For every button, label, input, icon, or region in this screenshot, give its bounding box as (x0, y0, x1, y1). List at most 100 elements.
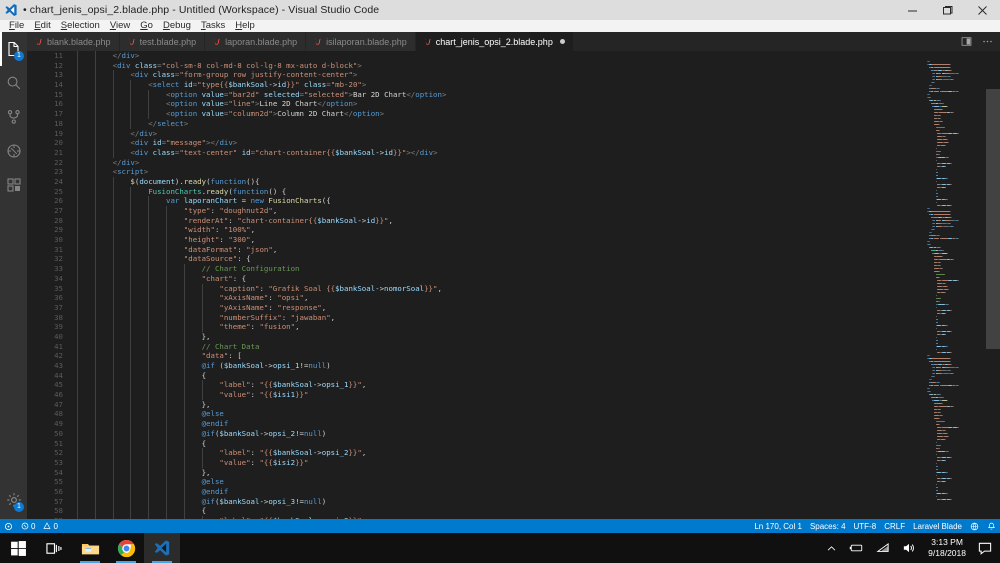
code-line[interactable]: 23 <script> (27, 167, 922, 177)
close-button[interactable] (965, 0, 1000, 20)
code-editor[interactable]: 11 </div> 12 <div class="col-sm-8 col-md-… (27, 51, 1000, 519)
code-line[interactable]: 22 </div> (27, 157, 922, 168)
code-line[interactable]: 13 <div class="form-group row justify-co… (27, 70, 922, 81)
code-line[interactable]: 48 @else (27, 409, 922, 420)
code-line[interactable]: 55 @else (27, 477, 922, 487)
code-line-text: @endif (201, 486, 229, 496)
menu-debug[interactable]: Debug (158, 20, 196, 32)
code-line[interactable]: 42 "data": [ (27, 351, 922, 361)
code-line[interactable]: 30 "height": "300", (27, 235, 922, 245)
menu-tasks[interactable]: Tasks (196, 20, 230, 32)
code-line[interactable]: 20 <div id="message"></div> (27, 138, 922, 148)
menu-edit[interactable]: Edit (29, 20, 55, 32)
code-line[interactable]: 39 "theme": "fusion", (27, 322, 922, 332)
menu-view[interactable]: View (105, 20, 135, 32)
code-line[interactable]: 54 }, (27, 467, 922, 478)
code-line[interactable]: 52 "label": "{{$bankSoal->opsi_2}}", (27, 448, 922, 458)
code-line[interactable]: 34 "chart": { (27, 273, 922, 284)
gear-icon[interactable]: 1 (0, 483, 27, 517)
menu-file[interactable]: File (4, 20, 29, 32)
indentation[interactable]: Spaces: 4 (806, 519, 850, 533)
bell-icon[interactable] (983, 519, 1000, 533)
remote-indicator[interactable] (0, 519, 17, 533)
eol[interactable]: CRLF (880, 519, 909, 533)
speech-bubble-icon[interactable] (972, 542, 1000, 555)
problems-errors[interactable]: 0 (17, 519, 39, 533)
task-view-button[interactable] (36, 533, 72, 563)
code-line[interactable]: 35 "caption": "Grafik Soal {{$bankSoal->… (27, 283, 922, 294)
sidebar-item-explorer[interactable]: 1 (0, 32, 27, 66)
code-line[interactable]: 15 <option value="bar2d" selected="selec… (27, 89, 922, 100)
file-explorer-button[interactable] (72, 533, 108, 563)
sidebar-item-debug[interactable] (0, 134, 27, 168)
code-line[interactable]: 47 }, (27, 399, 922, 410)
code-line[interactable]: 26 var laporanChart = new FusionCharts({ (27, 196, 922, 206)
code-line[interactable]: 38 "numberSuffix": "jawaban", (27, 312, 922, 323)
minimize-button[interactable] (895, 0, 930, 20)
code-line[interactable]: 11 </div> (27, 51, 922, 61)
code-line[interactable]: 25 FusionCharts.ready(function() { (27, 186, 922, 197)
tab-isilaporan-blade-php[interactable]: isilaporan.blade.php (306, 32, 416, 51)
code-line[interactable]: 31 "dataFormat": "json", (27, 244, 922, 255)
problems-warnings[interactable]: 0 (39, 519, 61, 533)
speaker-icon[interactable] (896, 542, 922, 554)
start-button[interactable] (0, 533, 36, 563)
vscode-button[interactable] (144, 533, 180, 563)
split-editor-icon[interactable] (961, 36, 972, 47)
minimap[interactable] (922, 51, 986, 519)
menu-go[interactable]: Go (135, 20, 158, 32)
code-lines-area[interactable]: 11 </div> 12 <div class="col-sm-8 col-md-… (27, 51, 922, 519)
sidebar-item-source-control[interactable] (0, 100, 27, 134)
tab-blank-blade-php[interactable]: blank.blade.php (27, 32, 120, 51)
tab-test-blade-php[interactable]: test.blade.php (119, 32, 206, 51)
tab-chart-jenis-opsi-2-blade-php[interactable]: chart_jenis_opsi_2.blade.php (415, 32, 574, 51)
battery-icon[interactable] (843, 542, 870, 554)
code-line[interactable]: 44 { (27, 370, 922, 381)
code-line[interactable]: 51 { (27, 438, 922, 449)
code-line[interactable]: 14 <select id="type{{$bankSoal->id}}" cl… (27, 80, 922, 90)
tab-laporan-blade-php[interactable]: laporan.blade.php (205, 32, 307, 51)
maximize-button[interactable] (930, 0, 965, 20)
code-line[interactable]: 56 @endif (27, 486, 922, 497)
code-line[interactable]: 46 "value": "{{$isi1}}" (27, 390, 922, 400)
code-line[interactable]: 41 // Chart Data (27, 341, 922, 352)
code-line[interactable]: 33 // Chart Configuration (27, 264, 922, 274)
code-line[interactable]: 49 @endif (27, 419, 922, 429)
sidebar-item-search[interactable] (0, 66, 27, 100)
chevron-up-icon[interactable] (820, 543, 843, 554)
code-line[interactable]: 53 "value": "{{$isi2}}" (27, 457, 922, 468)
code-line[interactable]: 27 "type": "doughnut2d", (27, 206, 922, 216)
code-line[interactable]: 29 "width": "100%", (27, 225, 922, 236)
ellipsis-icon[interactable] (982, 36, 993, 47)
menu-help[interactable]: Help (230, 20, 260, 32)
code-line[interactable]: 50 @if($bankSoal->opsi_2!=null) (27, 428, 922, 439)
code-line[interactable]: 45 "label": "{{$bankSoal->opsi_1}}", (27, 380, 922, 391)
code-line[interactable]: 28 "renderAt": "chart-container{{$bankSo… (27, 215, 922, 226)
code-line[interactable]: 12 <div class="col-sm-8 col-md-8 col-lg-… (27, 60, 922, 71)
tab-dirty-indicator[interactable] (559, 39, 565, 44)
code-line[interactable]: 18 </select> (27, 118, 922, 129)
code-line[interactable]: 17 <option value="column2d">Column 2D Ch… (27, 109, 922, 119)
code-line[interactable]: 24 $(document).ready(function(){ (27, 176, 922, 187)
code-line[interactable]: 58 { (27, 506, 922, 516)
sidebar-item-extensions[interactable] (0, 168, 27, 202)
code-line[interactable]: 36 "xAxisName": "opsi", (27, 293, 922, 303)
language-mode[interactable]: Laravel Blade (909, 519, 966, 533)
code-line[interactable]: 57 @if($bankSoal->opsi_3!=null) (27, 496, 922, 507)
code-line[interactable]: 16 <option value="line">Line 2D Chart</o… (27, 99, 922, 110)
code-line[interactable]: 19 </div> (27, 128, 922, 139)
wifi-icon[interactable] (870, 542, 896, 554)
menu-selection[interactable]: Selection (56, 20, 105, 32)
code-line[interactable]: 40 }, (27, 331, 922, 342)
live-share-icon[interactable] (966, 519, 983, 533)
code-line[interactable]: 32 "dataSource": { (27, 254, 922, 265)
code-line[interactable]: 21 <div class="text-center" id="chart-co… (27, 147, 922, 158)
chrome-button[interactable] (108, 533, 144, 563)
editor-scrollbar[interactable] (986, 51, 1000, 519)
code-line[interactable]: 43 @if ($bankSoal->opsi_1!=null) (27, 361, 922, 371)
scrollbar-thumb[interactable] (986, 89, 1000, 349)
code-line[interactable]: 37 "yAxisName": "response", (27, 302, 922, 313)
cursor-position[interactable]: Ln 170, Col 1 (750, 519, 806, 533)
encoding[interactable]: UTF-8 (850, 519, 881, 533)
taskbar-clock[interactable]: 3:13 PM 9/18/2018 (922, 533, 972, 563)
